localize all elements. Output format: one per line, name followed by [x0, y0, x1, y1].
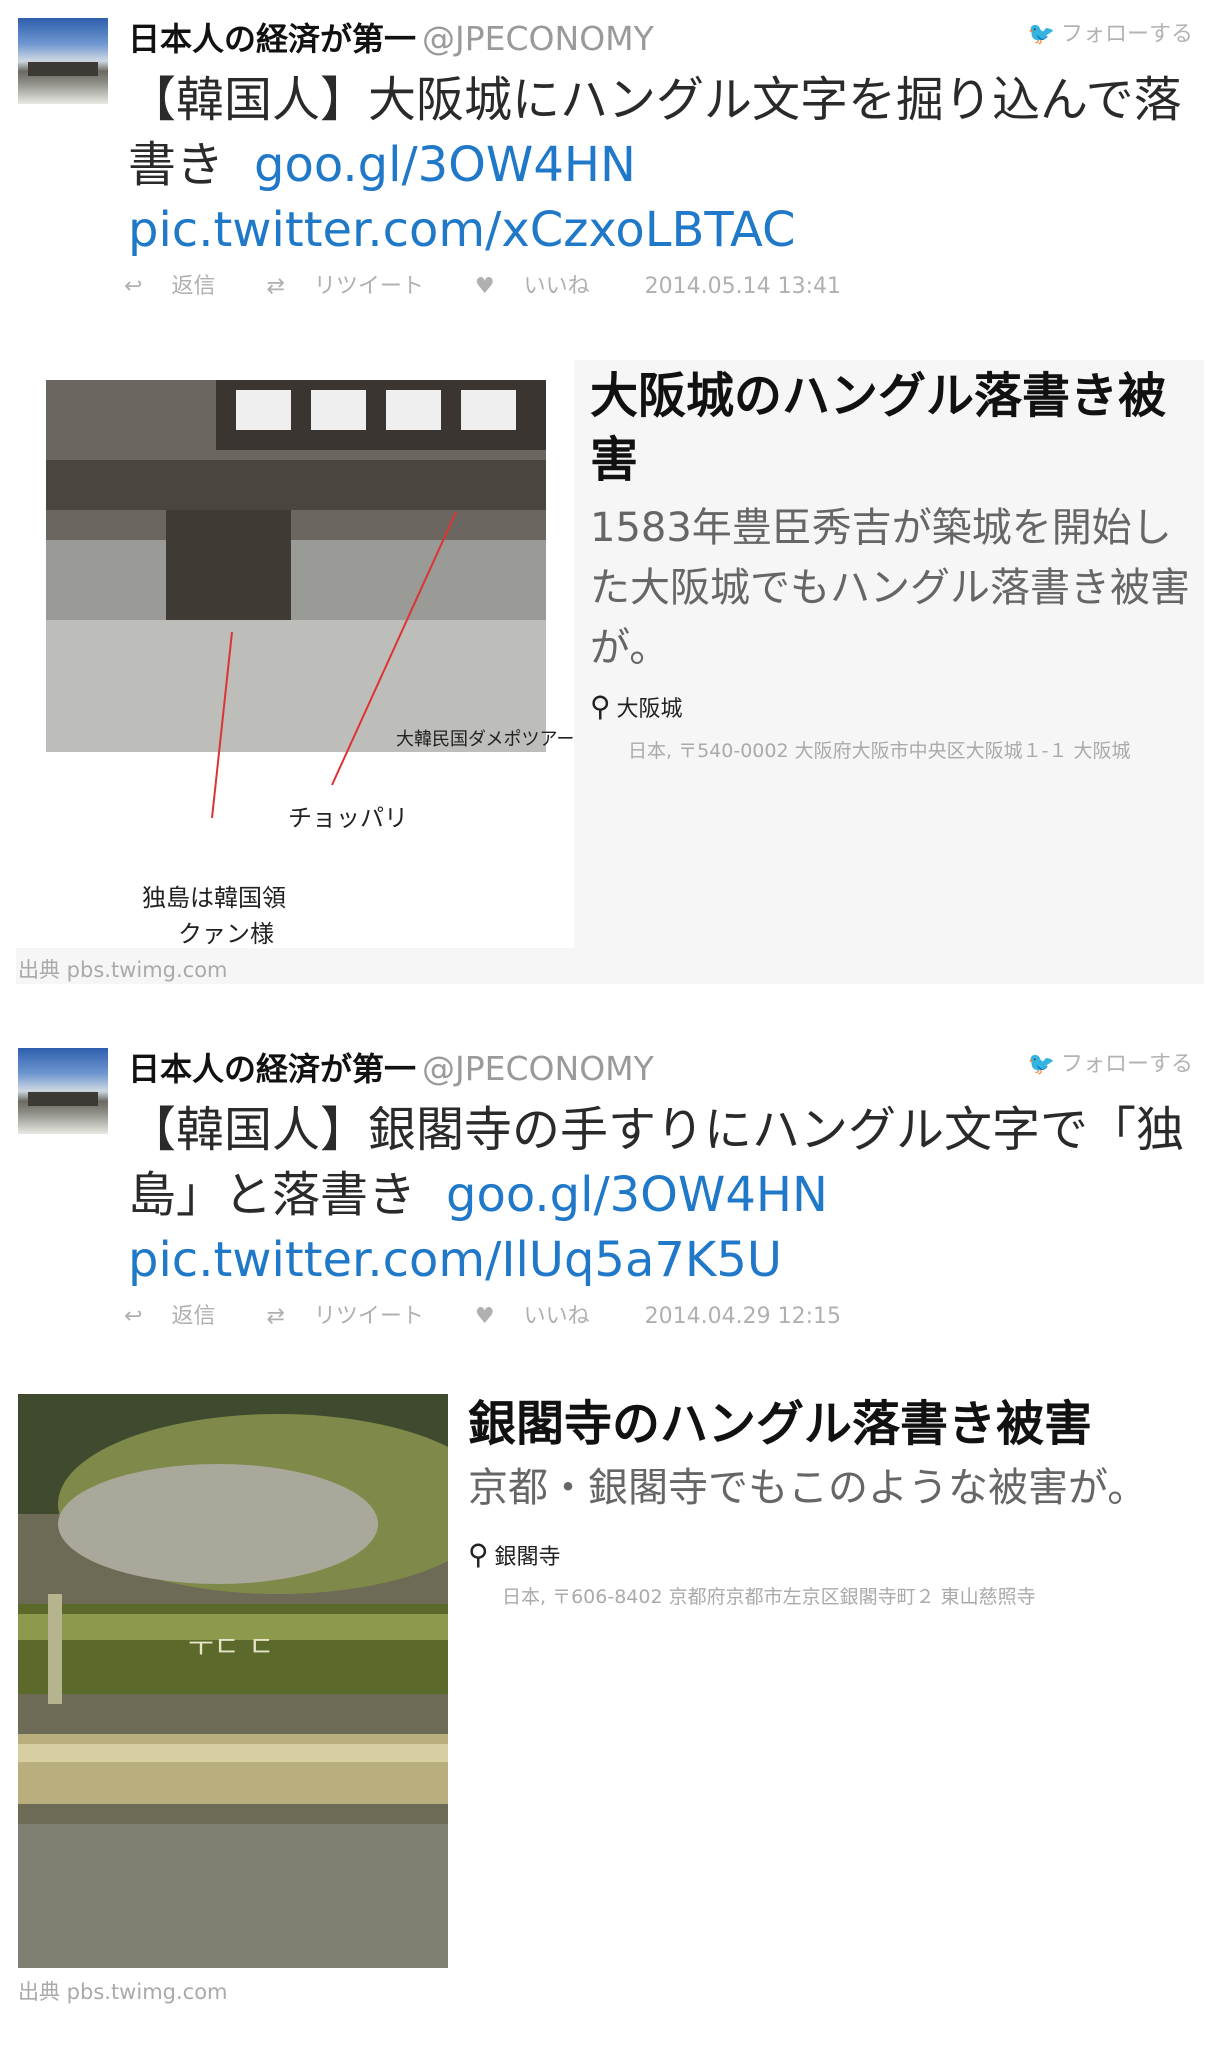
like-label: いいね: [523, 274, 590, 299]
like-button[interactable]: ♥ いいね: [475, 274, 612, 299]
image-caption: 大韓民国ダメポツアー: [396, 729, 574, 750]
retweet-icon: ⇄: [266, 1304, 285, 1329]
tweet-actions: ↩ 返信 ⇄ リツイート ♥ いいね 2014.05.14 13:41: [124, 268, 863, 300]
card-title[interactable]: 銀閣寺のハングル落書き被害: [468, 1392, 1188, 1456]
author-name[interactable]: 日本人の経済が第一: [128, 20, 416, 58]
tweet-text: 【韓国人】大阪城にハングル文字を掘り込んで落書き goo.gl/3OW4HN: [128, 68, 1188, 198]
card-address: 日本, 〒606-8402 京都府京都市左京区銀閣寺町２ 東山慈照寺: [502, 1586, 1036, 1608]
card-address: 日本, 〒540-0002 大阪府大阪市中央区大阪城１-１ 大阪城: [628, 740, 1131, 762]
tweet-date[interactable]: 2014.04.29 12:15: [645, 1304, 841, 1329]
tweet-date[interactable]: 2014.05.14 13:41: [645, 274, 841, 299]
link-card-1[interactable]: 大韓民国ダメポツアー チョッパリ 独島は韓国領 クァン様 大阪城のハングル落書き…: [16, 360, 1204, 984]
image-annotation-2: 独島は韓国領: [142, 884, 286, 912]
author-handle[interactable]: @JPECONOMY: [422, 1049, 654, 1088]
twitter-bird-icon: 🐦: [1027, 22, 1055, 47]
card-place[interactable]: ⚲ 大阪城: [590, 690, 683, 723]
short-link[interactable]: goo.gl/3OW4HN: [254, 137, 636, 193]
card-image[interactable]: ㅜㄷ ㄷ: [18, 1394, 448, 1968]
image-annotation-1: チョッパリ: [288, 804, 408, 832]
place-name: 大阪城: [616, 697, 683, 722]
retweet-label: リツイート: [313, 1304, 424, 1329]
author-handle[interactable]: @JPECONOMY: [422, 19, 654, 58]
retweet-icon: ⇄: [266, 274, 285, 299]
follow-label: フォローする: [1060, 22, 1193, 47]
place-name: 銀閣寺: [494, 1545, 561, 1570]
pic-link[interactable]: pic.twitter.com/xCzxoLBTAC: [128, 202, 796, 258]
twitter-bird-icon: 🐦: [1027, 1052, 1055, 1077]
follow-button[interactable]: 🐦 フォローする: [1028, 16, 1193, 48]
retweet-button[interactable]: ⇄ リツイート: [266, 274, 445, 299]
image-annotation-3: クァン様: [178, 920, 274, 948]
tweet-text: 【韓国人】銀閣寺の手すりにハングル文字で「独島」と落書き goo.gl/3OW4H…: [128, 1098, 1188, 1228]
card-description: 1583年豊臣秀吉が築城を開始した大阪城でもハングル落書き被害が。: [590, 505, 1190, 671]
svg-text:ㅜㄷ ㄷ: ㅜㄷ ㄷ: [188, 1630, 274, 1663]
card-image[interactable]: 大韓民国ダメポツアー チョッパリ 独島は韓国領 クァン様: [16, 360, 574, 948]
card-source: 出典 pbs.twimg.com: [18, 1980, 228, 2004]
follow-label: フォローする: [1060, 1052, 1193, 1077]
reply-button[interactable]: ↩ 返信: [124, 1304, 237, 1329]
like-button[interactable]: ♥ いいね: [475, 1304, 612, 1329]
heart-icon: ♥: [474, 274, 495, 299]
reply-label: 返信: [171, 1304, 216, 1329]
tweet-header: 日本人の経済が第一 @JPECONOMY: [128, 1044, 654, 1090]
pic-link[interactable]: pic.twitter.com/IlUq5a7K5U: [128, 1232, 782, 1288]
author-name[interactable]: 日本人の経済が第一: [128, 1050, 416, 1088]
card-source: 出典 pbs.twimg.com: [18, 958, 228, 982]
reply-label: 返信: [171, 274, 216, 299]
map-pin-icon: ⚲: [468, 1538, 489, 1571]
follow-button[interactable]: 🐦 フォローする: [1028, 1046, 1193, 1078]
retweet-label: リツイート: [313, 274, 424, 299]
avatar[interactable]: [18, 1048, 108, 1134]
reply-arrow-icon: ↩: [124, 1304, 143, 1329]
reply-button[interactable]: ↩ 返信: [124, 274, 237, 299]
card-place[interactable]: ⚲ 銀閣寺: [468, 1538, 561, 1571]
map-pin-icon: ⚲: [590, 690, 611, 723]
retweet-button[interactable]: ⇄ リツイート: [266, 1304, 445, 1329]
like-label: いいね: [523, 1304, 590, 1329]
heart-icon: ♥: [474, 1304, 495, 1329]
link-card-2[interactable]: ㅜㄷ ㄷ 銀閣寺のハングル落書き被害 京都・銀閣寺でもこのような被害が。 ⚲ 銀閣…: [16, 1392, 1204, 2012]
castle-photo: 大韓民国ダメポツアー: [16, 360, 574, 948]
card-description: 京都・銀閣寺でもこのような被害が。: [468, 1465, 1148, 1511]
tweet-header: 日本人の経済が第一 @JPECONOMY: [128, 14, 654, 60]
tweet-actions: ↩ 返信 ⇄ リツイート ♥ いいね 2014.04.29 12:15: [124, 1298, 863, 1330]
short-link[interactable]: goo.gl/3OW4HN: [446, 1167, 828, 1223]
bamboo-photo: ㅜㄷ ㄷ: [18, 1394, 448, 1968]
card-title[interactable]: 大阪城のハングル落書き被害: [590, 364, 1190, 492]
reply-arrow-icon: ↩: [124, 274, 143, 299]
avatar[interactable]: [18, 18, 108, 104]
